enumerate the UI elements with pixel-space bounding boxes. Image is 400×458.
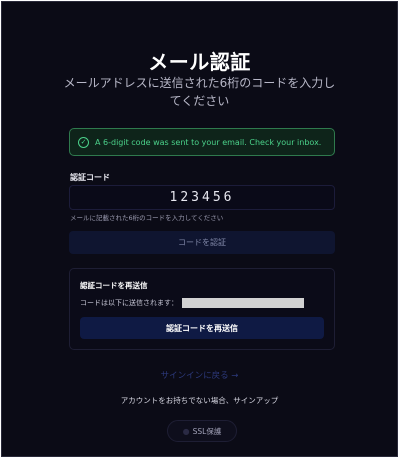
sent-to-label: コードは以下に送信されます：: [80, 299, 178, 307]
page-subtitle: メールアドレスに送信された6桁のコードを入力してください: [63, 76, 336, 108]
code-input[interactable]: [69, 185, 335, 210]
verify-code-button[interactable]: コードを認証: [69, 231, 335, 254]
redacted-email: [182, 298, 304, 308]
resend-code-button[interactable]: 認証コードを再送信: [80, 317, 324, 339]
back-to-signin-link[interactable]: サインインに戻る →: [2, 369, 397, 381]
ssl-label: SSL保護: [192, 426, 222, 436]
verification-panel: メール認証 メールアドレスに送信された6桁のコードを入力してください ✓ A 6…: [1, 1, 398, 457]
signup-prompt[interactable]: アカウントをお持ちでない場合、サインアップ: [2, 395, 397, 406]
success-alert: ✓ A 6-digit code was sent to your email.…: [69, 128, 335, 156]
page-title: メール認証: [148, 50, 251, 74]
sent-to-row: コードは以下に送信されます：: [80, 298, 304, 308]
code-label: 認証コード: [70, 173, 110, 182]
alert-message: A 6-digit code was sent to your email. C…: [95, 137, 322, 147]
ssl-badge: ● SSL保護: [167, 420, 237, 442]
resend-title: 認証コードを再送信: [80, 281, 148, 290]
resend-section: 認証コードを再送信 コードは以下に送信されます： 認証コードを再送信: [69, 268, 335, 350]
check-circle-icon: ✓: [78, 136, 89, 148]
code-hint: メールに記載された6桁のコードを入力してください: [70, 214, 224, 222]
lock-icon: ●: [182, 426, 190, 436]
